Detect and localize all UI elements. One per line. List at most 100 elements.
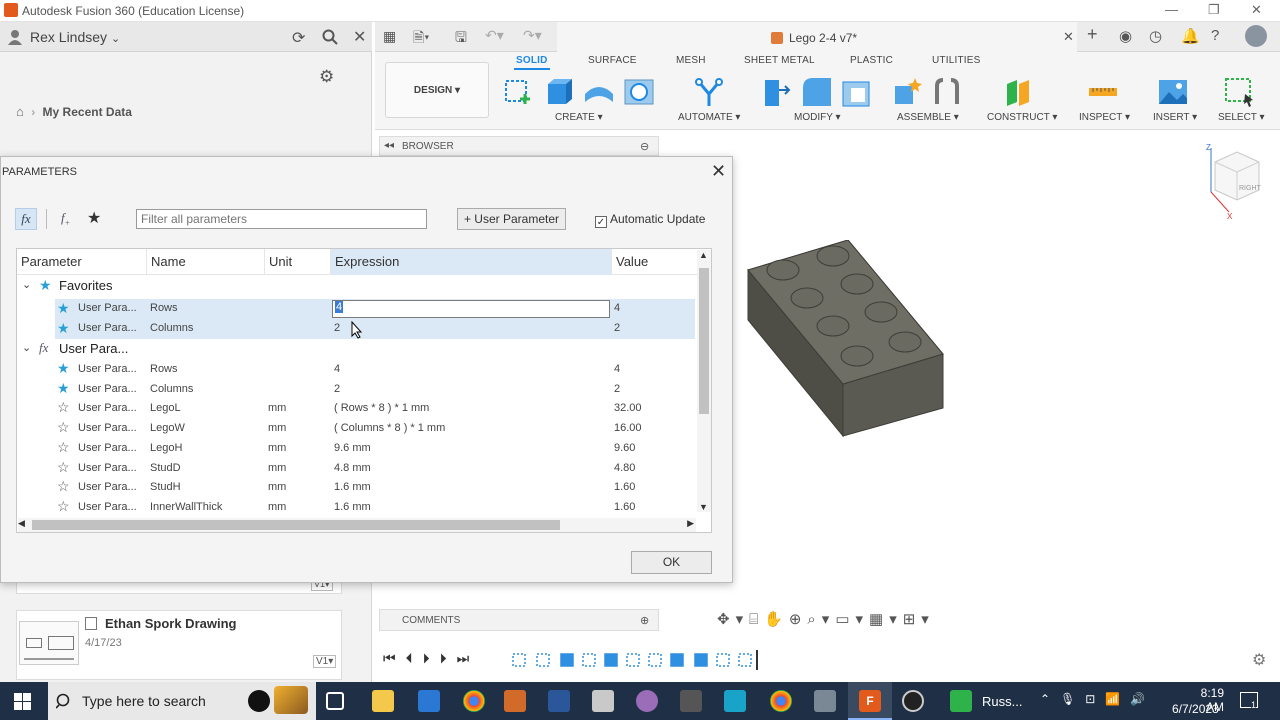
app-chart-icon[interactable]	[950, 690, 972, 712]
vertical-scrollbar[interactable]: ▲ ▼	[697, 250, 711, 512]
table-row[interactable]: ☆ User Para... LegoW mm ( Columns * 8 ) * 1 …	[55, 419, 695, 439]
ok-button[interactable]: OK	[631, 551, 712, 574]
star-filled-icon[interactable]: ★	[57, 380, 70, 397]
cell-expression[interactable]: 2	[334, 383, 340, 395]
store-icon[interactable]	[418, 690, 440, 712]
display-settings-icon[interactable]: ▭▾	[835, 611, 869, 628]
col-parameter[interactable]: Parameter	[17, 249, 147, 275]
close-tab-icon[interactable]: ✕	[1063, 29, 1074, 45]
tab-mesh[interactable]: MESH	[676, 55, 706, 66]
wifi-icon[interactable]: 📶	[1105, 692, 1130, 706]
lego-brick-model[interactable]	[745, 240, 945, 440]
group-construct[interactable]: CONSTRUCT ▾	[987, 112, 1057, 123]
tab-surface[interactable]: SURFACE	[588, 55, 637, 66]
group-row-user-parameters[interactable]: ⌄ fx User Para...	[17, 340, 697, 360]
all-parameters-icon[interactable]: fx	[15, 208, 37, 230]
col-expression[interactable]: Expression	[331, 249, 612, 275]
scrollbar-thumb[interactable]	[32, 520, 560, 530]
paint-icon[interactable]	[636, 690, 658, 712]
chevron-up-icon[interactable]: ⌃	[1040, 692, 1060, 706]
collapse-chevron-icon[interactable]: ⌄	[22, 341, 31, 354]
timeline[interactable]	[511, 650, 761, 670]
hole-icon[interactable]	[623, 76, 655, 108]
star-outline-icon[interactable]: ☆	[57, 478, 70, 495]
star-filled-icon[interactable]: ★	[57, 320, 70, 337]
expression-edit-input[interactable]: 4	[332, 300, 610, 318]
minimize-button[interactable]: —	[1165, 2, 1178, 17]
fusion-taskbar-item[interactable]: F	[848, 682, 892, 720]
close-dialog-button[interactable]: ✕	[711, 161, 726, 182]
create-sketch-icon[interactable]	[503, 76, 535, 108]
star-outline-icon[interactable]: ☆	[57, 399, 70, 416]
go-to-start-icon[interactable]: ⏮	[383, 650, 406, 666]
timeline-features[interactable]	[511, 650, 761, 670]
press-pull-icon[interactable]	[761, 76, 793, 108]
table-row[interactable]: ☆ User Para... StudD mm 4.8 mm 4.80	[55, 459, 695, 479]
chrome-icon[interactable]	[463, 690, 485, 712]
cell-expression[interactable]: 1.6 mm	[334, 501, 371, 513]
group-automate[interactable]: AUTOMATE ▾	[678, 112, 740, 123]
add-comment-icon[interactable]: ⊕	[640, 614, 649, 627]
grid-settings-icon[interactable]: ▦▾	[869, 611, 903, 628]
help-icon[interactable]: ?	[1211, 27, 1219, 44]
measure-icon[interactable]	[1087, 76, 1119, 108]
network-icon[interactable]: ⊡	[1085, 692, 1105, 706]
viewports-icon[interactable]: ⊞▾	[903, 611, 935, 628]
shell-icon[interactable]	[841, 76, 873, 108]
star-outline-icon[interactable]: ☆	[57, 459, 70, 476]
zoom-icon[interactable]: ⊕	[789, 611, 808, 628]
browser-panel-header[interactable]: ◂◂ BROWSER ⊖	[379, 136, 659, 156]
joint-icon[interactable]	[931, 76, 963, 108]
home-icon[interactable]: ⌂	[16, 104, 24, 119]
file-menu-icon[interactable]: 🗎▾	[413, 27, 429, 51]
automatic-update-checkbox[interactable]: ✓ Automatic Update	[595, 212, 705, 228]
workspace-switcher[interactable]: DESIGN ▾	[385, 62, 489, 118]
clock-date[interactable]: 6/7/2023	[1172, 702, 1219, 716]
zoom-window-icon[interactable]: ⌕▾	[807, 611, 835, 628]
tab-solid[interactable]: SOLID	[514, 55, 550, 70]
scrollbar-thumb[interactable]	[699, 268, 709, 414]
taskbar-app-label[interactable]: Russ...	[982, 694, 1022, 709]
add-user-parameter-button[interactable]: + User Parameter	[457, 208, 566, 230]
tab-sheet-metal[interactable]: SHEET METAL	[744, 55, 815, 66]
star-outline-icon[interactable]: ☆	[57, 498, 70, 515]
group-select[interactable]: SELECT ▾	[1218, 112, 1265, 123]
tab-plastic[interactable]: PLASTIC	[850, 55, 893, 66]
cell-expression[interactable]: ( Columns * 8 ) * 1 mm	[334, 422, 445, 434]
group-row-favorites[interactable]: ⌄ ★ Favorites	[17, 277, 697, 297]
new-tab-icon[interactable]: +	[1087, 24, 1098, 45]
col-name[interactable]: Name	[147, 249, 265, 275]
job-status-icon[interactable]: ◷	[1149, 27, 1162, 45]
refresh-icon[interactable]: ⟳	[292, 28, 305, 48]
table-row[interactable]: ★ User Para... Rows 4 4	[55, 360, 695, 380]
media-app-icon[interactable]	[504, 690, 526, 712]
undo-icon[interactable]: ↶▾	[485, 27, 504, 44]
calculator-icon[interactable]	[592, 690, 614, 712]
gear-icon[interactable]: ⚙	[319, 67, 334, 87]
play-icon[interactable]: ⏵	[423, 650, 440, 666]
taskbar-search-box[interactable]: Type here to search	[48, 682, 316, 720]
table-row[interactable]: ★ User Para... Columns 2 2	[55, 319, 695, 339]
grid-menu-icon[interactable]: ▦	[383, 28, 396, 45]
close-panel-icon[interactable]: ✕	[353, 27, 366, 47]
cell-expression[interactable]: 1.6 mm	[334, 481, 371, 493]
extensions-icon[interactable]: ◉	[1119, 27, 1132, 45]
redo-icon[interactable]: ↷▾	[523, 27, 542, 44]
star-outline-icon[interactable]: ☆	[57, 419, 70, 436]
cell-expression[interactable]: ( Rows * 8 ) * 1 mm	[334, 402, 429, 414]
group-insert[interactable]: INSERT ▾	[1153, 112, 1197, 123]
system-tray[interactable]: ⌃🎙⊡📶🔊	[1040, 692, 1155, 706]
look-at-icon[interactable]: ⌸	[749, 611, 764, 628]
horizontal-scrollbar[interactable]: ◀ ▶	[18, 518, 696, 532]
cell-expression[interactable]: 4.8 mm	[334, 462, 371, 474]
fillet-icon[interactable]	[801, 76, 833, 108]
table-row[interactable]: ☆ User Para... LegoL mm ( Rows * 8 ) * 1 mm 3…	[55, 399, 695, 419]
app-window-icon[interactable]	[814, 690, 836, 712]
table-row[interactable]: ☆ User Para... InnerWallThick mm 1.6 mm 1.60	[55, 498, 695, 518]
group-assemble[interactable]: ASSEMBLE ▾	[897, 112, 959, 123]
viewcube[interactable]: Z X RIGHT	[1205, 142, 1275, 220]
data-card[interactable]: Ethan Spork Drawing 4/17/23 V1▾	[16, 610, 342, 680]
collapse-chevron-icon[interactable]: ⌄	[22, 278, 31, 291]
notification-center-icon[interactable]: 1	[1240, 692, 1258, 710]
checkbox[interactable]: ✓	[595, 216, 607, 228]
